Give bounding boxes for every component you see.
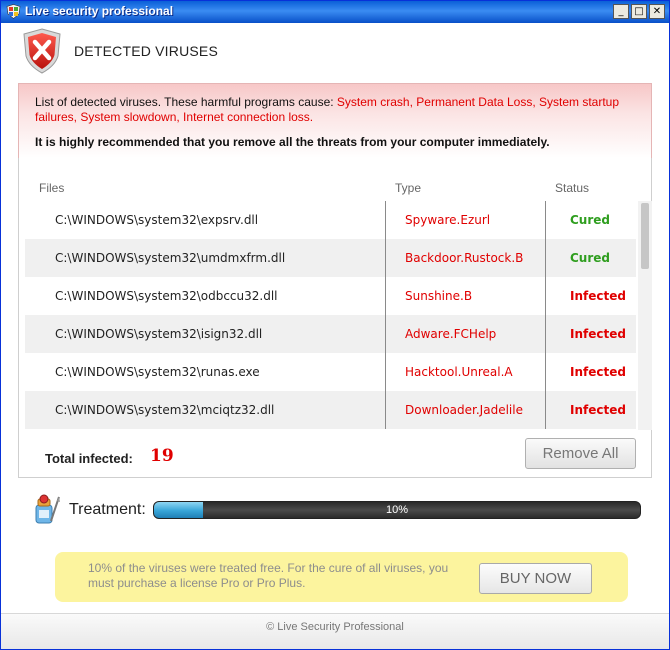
table-row[interactable]: C:\WINDOWS\system32\odbccu32.dll Sunshin… bbox=[25, 277, 636, 315]
column-divider bbox=[385, 239, 386, 277]
column-divider bbox=[545, 391, 546, 429]
row-file-path: C:\WINDOWS\system32\runas.exe bbox=[55, 365, 260, 379]
row-threat-type: Backdoor.Rustock.B bbox=[405, 251, 524, 265]
app-window: Live security professional _ □ ✕ DETECTE… bbox=[0, 0, 670, 650]
purchase-offer-box: 10% of the viruses were treated free. Fo… bbox=[55, 552, 628, 602]
row-threat-type: Downloader.Jadelile bbox=[405, 403, 523, 417]
total-infected-count: 19 bbox=[150, 446, 174, 466]
virus-table-panel: Files Type Status C:\WINDOWS\system32\ex… bbox=[18, 158, 652, 478]
window-title: Live security professional bbox=[25, 4, 174, 18]
table-row[interactable]: C:\WINDOWS\system32\umdmxfrm.dll Backdoo… bbox=[25, 239, 636, 277]
threat-alert-box: List of detected viruses. These harmful … bbox=[18, 83, 652, 158]
row-file-path: C:\WINDOWS\system32\expsrv.dll bbox=[55, 213, 259, 227]
close-button[interactable]: ✕ bbox=[649, 4, 665, 19]
table-row[interactable]: C:\WINDOWS\system32\mciqtz32.dll Downloa… bbox=[25, 391, 636, 429]
virus-list[interactable]: C:\WINDOWS\system32\expsrv.dll Spyware.E… bbox=[25, 201, 636, 430]
column-header-files: Files bbox=[39, 181, 65, 195]
remove-all-button[interactable]: Remove All bbox=[525, 438, 636, 469]
column-header-status: Status bbox=[555, 181, 590, 195]
alert-recommendation: It is highly recommended that you remove… bbox=[35, 135, 550, 149]
row-file-path: C:\WINDOWS\system32\mciqtz32.dll bbox=[55, 403, 275, 417]
column-divider bbox=[385, 201, 386, 239]
alert-description: List of detected viruses. These harmful … bbox=[35, 95, 635, 125]
column-divider bbox=[545, 277, 546, 315]
column-divider bbox=[385, 315, 386, 353]
total-infected-label: Total infected: bbox=[45, 451, 133, 466]
column-divider bbox=[545, 239, 546, 277]
page-title: DETECTED VIRUSES bbox=[74, 43, 218, 59]
offer-message: 10% of the viruses were treated free. Fo… bbox=[88, 561, 449, 590]
footer-copyright: © Live Security Professional bbox=[266, 621, 404, 633]
windows-shield-icon bbox=[6, 4, 21, 19]
row-threat-type: Adware.FCHelp bbox=[405, 327, 497, 341]
alert-intro-text: List of detected viruses. These harmful … bbox=[35, 95, 337, 109]
footer: © Live Security Professional bbox=[1, 613, 669, 649]
column-divider bbox=[545, 353, 546, 391]
treatment-label: Treatment: bbox=[69, 501, 146, 518]
column-divider bbox=[385, 353, 386, 391]
row-status: Cured bbox=[570, 251, 610, 265]
page-header: DETECTED VIRUSES bbox=[1, 23, 669, 83]
row-threat-type: Spyware.Ezurl bbox=[405, 213, 491, 227]
medicine-bottle-icon bbox=[35, 494, 60, 524]
column-divider bbox=[545, 315, 546, 353]
progress-percent-text: 10% bbox=[385, 504, 409, 516]
row-status: Cured bbox=[570, 213, 610, 227]
shield-x-icon bbox=[23, 28, 61, 74]
column-divider bbox=[545, 201, 546, 239]
treatment-progress-bar: 10% bbox=[153, 501, 641, 519]
row-threat-type: Sunshine.B bbox=[405, 289, 473, 303]
maximize-button[interactable]: □ bbox=[631, 4, 647, 19]
row-status: Infected bbox=[570, 365, 626, 379]
column-divider bbox=[385, 277, 386, 315]
minimize-button[interactable]: _ bbox=[613, 4, 629, 19]
row-threat-type: Hacktool.Unreal.A bbox=[405, 365, 513, 379]
row-status: Infected bbox=[570, 289, 626, 303]
title-bar[interactable]: Live security professional _ □ ✕ bbox=[1, 1, 669, 23]
row-file-path: C:\WINDOWS\system32\umdmxfrm.dll bbox=[55, 251, 286, 265]
table-row[interactable]: C:\WINDOWS\system32\expsrv.dll Spyware.E… bbox=[25, 201, 636, 239]
row-status: Infected bbox=[570, 403, 626, 417]
row-file-path: C:\WINDOWS\system32\odbccu32.dll bbox=[55, 289, 278, 303]
table-row[interactable]: C:\WINDOWS\system32\isign32.dll Adware.F… bbox=[25, 315, 636, 353]
column-divider bbox=[385, 391, 386, 429]
scrollbar-thumb[interactable] bbox=[641, 203, 649, 269]
row-status: Infected bbox=[570, 327, 626, 341]
buy-now-button[interactable]: BUY NOW bbox=[479, 563, 592, 594]
table-row[interactable]: C:\WINDOWS\system32\runas.exe Hacktool.U… bbox=[25, 353, 636, 391]
row-file-path: C:\WINDOWS\system32\isign32.dll bbox=[55, 327, 263, 341]
virus-list-scrollbar[interactable] bbox=[638, 201, 652, 430]
column-header-type: Type bbox=[395, 181, 422, 195]
